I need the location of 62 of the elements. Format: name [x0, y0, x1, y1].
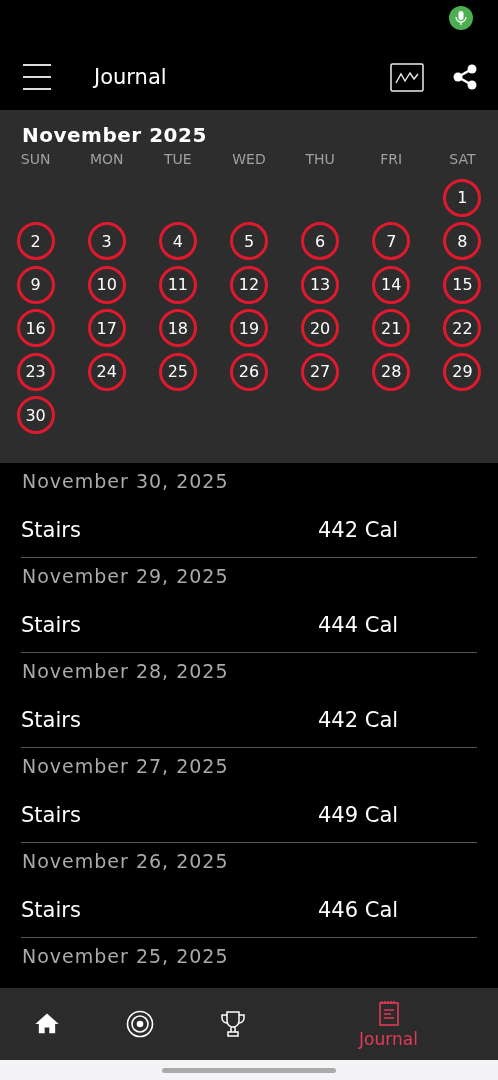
calorie-value: 442 Cal: [318, 517, 399, 542]
activity-name: Stairs: [21, 802, 82, 827]
calendar-day[interactable]: 27: [301, 352, 340, 391]
calendar-day[interactable]: 6: [301, 222, 340, 261]
entry-date: November 28, 2025: [21, 659, 230, 684]
entry-date: November 27, 2025: [21, 754, 230, 779]
weekday-label: FRI: [379, 150, 404, 169]
activity-name: Stairs: [21, 897, 82, 922]
chart-button[interactable]: [390, 62, 424, 92]
calendar-day[interactable]: 30: [16, 396, 55, 435]
calendar-day[interactable]: 5: [230, 222, 268, 261]
calendar-day[interactable]: 4: [158, 222, 197, 261]
calendar-day[interactable]: 1: [443, 178, 482, 217]
calendar-day[interactable]: 20: [301, 309, 340, 348]
calendar-day[interactable]: 14: [372, 265, 411, 304]
calendar-day[interactable]: 26: [230, 352, 268, 391]
calendar-day[interactable]: 9: [16, 265, 55, 304]
calorie-value: 444 Cal: [318, 612, 399, 637]
calendar-day[interactable]: 3: [87, 222, 126, 261]
calendar-day[interactable]: 7: [372, 222, 411, 261]
calendar-day[interactable]: 18: [158, 309, 197, 348]
entry-date: November 29, 2025: [21, 564, 230, 589]
calendar-day[interactable]: 25: [158, 352, 197, 391]
weekday-label: SAT: [448, 150, 477, 169]
calorie-value: 449 Cal: [318, 802, 399, 827]
target-icon: [125, 1010, 154, 1038]
calorie-value: 442 Cal: [318, 707, 399, 732]
calendar-day[interactable]: 13: [301, 265, 340, 304]
activity-name: Stairs: [21, 612, 82, 637]
calendar-day[interactable]: 24: [87, 352, 126, 391]
weekday-label: TUE: [163, 150, 193, 169]
calendar-day[interactable]: 28: [372, 352, 411, 391]
calendar-day[interactable]: 2: [16, 222, 55, 261]
entry-date: November 25, 2025: [21, 944, 230, 969]
calendar-day[interactable]: 10: [87, 265, 126, 304]
calendar-day[interactable]: 22: [443, 309, 482, 348]
weekday-label: MON: [88, 150, 125, 169]
calendar-day[interactable]: 12: [230, 265, 268, 304]
menu-button[interactable]: [22, 64, 52, 90]
calorie-value: 446 Cal: [318, 897, 399, 922]
microphone-icon: [449, 6, 473, 30]
calendar-day[interactable]: 15: [443, 265, 482, 304]
entry-date: November 30, 2025: [21, 469, 230, 494]
weekday-label: SUN: [19, 150, 52, 169]
activity-name: Stairs: [21, 707, 82, 732]
calendar-day[interactable]: 16: [16, 309, 55, 348]
calendar-day[interactable]: 17: [87, 309, 126, 348]
notepad-icon: [377, 999, 400, 1027]
share-button[interactable]: [452, 64, 478, 90]
weekday-label: WED: [231, 150, 267, 169]
calendar-day[interactable]: 29: [443, 352, 482, 391]
activity-name: Stairs: [21, 517, 82, 542]
calendar-day[interactable]: 21: [372, 309, 411, 348]
month-title: November 2025: [21, 122, 208, 147]
calendar-day[interactable]: 19: [230, 309, 268, 348]
calendar-day[interactable]: 8: [443, 222, 482, 261]
calendar-day[interactable]: 11: [158, 265, 197, 304]
trophy-icon: [219, 1010, 246, 1038]
calendar-day[interactable]: 23: [16, 352, 55, 391]
weekday-label: THU: [304, 150, 336, 169]
entry-date: November 26, 2025: [21, 849, 230, 874]
page-title: Journal: [94, 65, 168, 89]
